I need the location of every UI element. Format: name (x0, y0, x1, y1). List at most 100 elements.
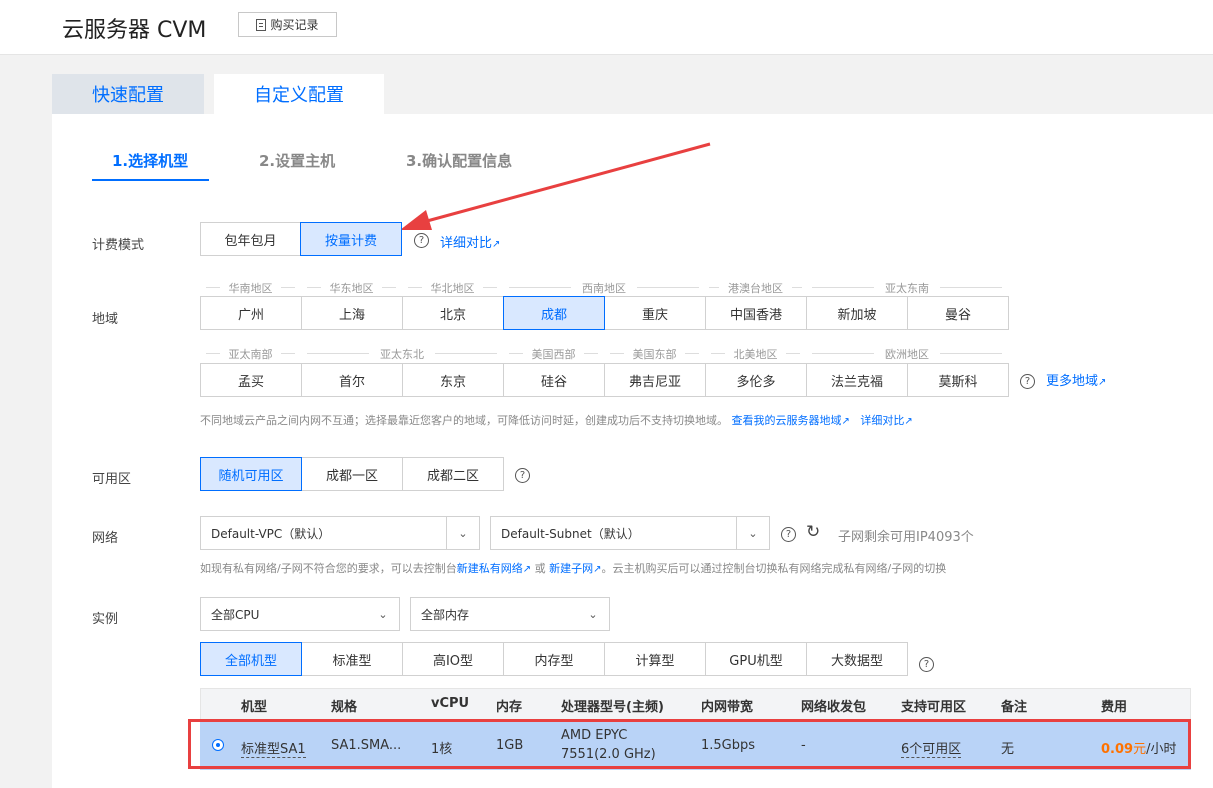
region-bangkok[interactable]: 曼谷 (907, 296, 1009, 330)
external-link-icon: ↗ (593, 564, 602, 575)
col-zones: 支持可用区 (901, 700, 967, 715)
chevron-down-icon: ⌄ (748, 526, 758, 540)
billing-option-payg[interactable]: 按量计费 (300, 222, 402, 256)
region-hint-text: 不同地域云产品之间内网不互通；选择最靠近您客户的地域，可降低访问时延，创建成功后… (200, 414, 728, 427)
row-type[interactable]: 标准型SA1 (241, 738, 306, 758)
billing-mode-label: 计费模式 (92, 238, 145, 253)
step-host-settings[interactable]: 2.设置主机 (259, 150, 335, 171)
region-beijing[interactable]: 北京 (402, 296, 504, 330)
zone-chengdu-1[interactable]: 成都一区 (301, 457, 403, 491)
billing-compare-text: 详细对比 (440, 236, 493, 251)
col-spec: 规格 (331, 700, 358, 715)
region-group-southwest: 西南地区 (503, 280, 705, 296)
help-icon[interactable]: ? (919, 657, 934, 672)
region-chongqing[interactable]: 重庆 (604, 296, 706, 330)
billing-option-monthly[interactable]: 包年包月 (200, 222, 301, 256)
help-icon[interactable]: ? (414, 233, 429, 248)
region-group-hk-tw: 港澳台地区 (705, 280, 806, 296)
row-radio[interactable] (212, 739, 224, 751)
region-group-south-asia: 亚太南部 (200, 346, 301, 362)
row-bandwidth: 1.5Gbps (701, 738, 756, 753)
step-select-type[interactable]: 1.选择机型 (112, 150, 188, 171)
region-hongkong[interactable]: 中国香港 (705, 296, 807, 330)
subnet-select[interactable]: Default-Subnet（默认） ⌄ (490, 516, 770, 550)
network-hint: 如现有私有网络/子网不符合您的要求，可以去控制台新建私有网络↗ 或 新建子网↗。… (200, 560, 946, 576)
region-group-label: 亚太东北 (380, 348, 424, 361)
region-seoul[interactable]: 首尔 (301, 363, 403, 397)
row-note: 无 (1001, 742, 1015, 757)
refresh-icon[interactable]: ↻ (806, 522, 820, 542)
billing-compare-link[interactable]: 详细对比↗ (440, 232, 500, 251)
region-mumbai[interactable]: 孟买 (200, 363, 302, 397)
create-vpc-link[interactable]: 新建私有网络↗ (457, 562, 531, 575)
region-singapore[interactable]: 新加坡 (806, 296, 908, 330)
help-icon[interactable]: ? (781, 527, 796, 542)
type-gpu[interactable]: GPU机型 (705, 642, 807, 676)
region-group-us-east: 美国东部 (604, 346, 705, 362)
external-link-icon: ↗ (492, 239, 501, 250)
network-hint-text: 如现有私有网络/子网不符合您的要求，可以去控制台 (200, 562, 457, 575)
region-group-europe: 欧洲地区 (806, 346, 1008, 362)
region-group-label: 北美地区 (733, 348, 778, 361)
tab-quick-config[interactable]: 快速配置 (52, 74, 204, 114)
region-shanghai[interactable]: 上海 (301, 296, 403, 330)
region-guangzhou[interactable]: 广州 (200, 296, 302, 330)
type-high-io[interactable]: 高IO型 (402, 642, 504, 676)
zone-chengdu-2[interactable]: 成都二区 (402, 457, 504, 491)
region-group-label: 美国西部 (531, 348, 576, 361)
type-all[interactable]: 全部机型 (200, 642, 302, 676)
row-zones[interactable]: 6个可用区 (901, 738, 962, 758)
region-group-label: 华东地区 (329, 282, 374, 295)
create-subnet-link[interactable]: 新建子网↗ (549, 562, 601, 575)
row-spec: SA1.SMA... (331, 738, 402, 753)
help-icon[interactable]: ? (515, 468, 530, 483)
region-group-label: 华北地区 (430, 282, 475, 295)
zone-selector: 随机可用区 成都一区 成都二区 (200, 457, 504, 491)
region-row-2: 孟买 首尔 东京 硅谷 弗吉尼亚 多伦多 法兰克福 莫斯科 (200, 363, 1009, 397)
memory-select[interactable]: 全部内存 ⌄ (410, 597, 610, 631)
region-virginia[interactable]: 弗吉尼亚 (604, 363, 706, 397)
tab-custom-config[interactable]: 自定义配置 (214, 74, 384, 114)
region-group-label: 美国东部 (632, 348, 677, 361)
help-icon[interactable]: ? (1020, 374, 1035, 389)
region-group-east-china: 华东地区 (301, 280, 402, 296)
row-cpu-line2: 7551(2.0 GHz) (561, 747, 656, 762)
create-vpc-text: 新建私有网络 (456, 562, 523, 575)
purchase-history-button[interactable]: 购买记录 (238, 12, 337, 37)
region-frankfurt[interactable]: 法兰克福 (806, 363, 908, 397)
active-step-indicator (92, 179, 209, 181)
region-moscow[interactable]: 莫斯科 (907, 363, 1009, 397)
type-memory[interactable]: 内存型 (503, 642, 605, 676)
region-silicon-valley[interactable]: 硅谷 (503, 363, 605, 397)
document-icon (256, 18, 267, 31)
instance-label: 实例 (92, 612, 119, 627)
my-regions-text: 查看我的云服务器地域 (731, 414, 842, 427)
region-group-north-america: 北美地区 (705, 346, 806, 362)
more-regions-text: 更多地域 (1046, 374, 1099, 389)
region-group-us-west: 美国西部 (503, 346, 604, 362)
col-price: 费用 (1101, 700, 1128, 715)
chevron-down-icon: ⌄ (458, 526, 468, 540)
region-chengdu[interactable]: 成都 (503, 296, 605, 330)
instance-type-selector: 全部机型 标准型 高IO型 内存型 计算型 GPU机型 大数据型 (200, 642, 908, 676)
col-type: 机型 (241, 700, 268, 715)
region-tokyo[interactable]: 东京 (402, 363, 504, 397)
region-group-label: 华南地区 (228, 282, 273, 295)
chevron-down-icon: ⌄ (378, 607, 388, 621)
region-compare-link[interactable]: 详细对比↗ (860, 414, 912, 427)
region-toronto[interactable]: 多伦多 (705, 363, 807, 397)
more-regions-link[interactable]: 更多地域↗ (1046, 370, 1106, 389)
zone-random[interactable]: 随机可用区 (200, 457, 302, 491)
my-regions-link[interactable]: 查看我的云服务器地域↗ (732, 414, 850, 427)
vpc-select[interactable]: Default-VPC（默认） ⌄ (200, 516, 480, 550)
region-group-ne-asia: 亚太东北 (301, 346, 503, 362)
type-compute[interactable]: 计算型 (604, 642, 706, 676)
external-link-icon: ↗ (841, 416, 850, 427)
network-label: 网络 (92, 531, 119, 546)
annotation-arrow (400, 142, 711, 230)
cpu-select[interactable]: 全部CPU ⌄ (200, 597, 400, 631)
type-standard[interactable]: 标准型 (301, 642, 403, 676)
type-bigdata[interactable]: 大数据型 (806, 642, 908, 676)
network-hint-or: 或 (534, 562, 546, 575)
region-hint: 不同地域云产品之间内网不互通；选择最靠近您客户的地域，可降低访问时延，创建成功后… (200, 412, 913, 428)
